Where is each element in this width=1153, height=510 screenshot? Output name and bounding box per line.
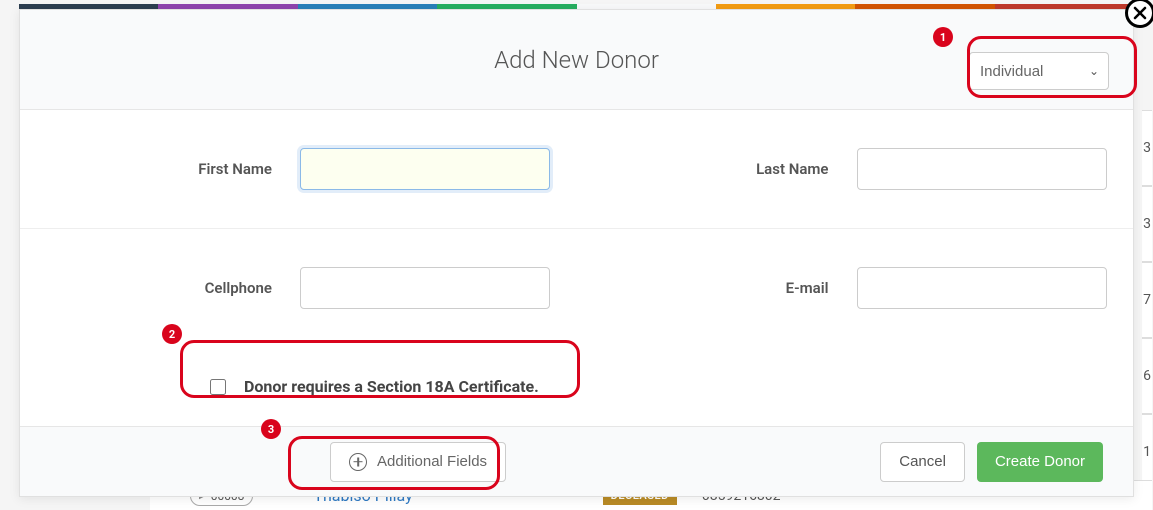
first-name-input[interactable] bbox=[300, 148, 550, 190]
form-row-name: First Name Last Name bbox=[20, 110, 1133, 229]
modal-header: Add New Donor Individual ⌄ bbox=[20, 10, 1133, 110]
cancel-button[interactable]: Cancel bbox=[880, 442, 965, 482]
modal-footer: Additional Fields Cancel Create Donor bbox=[20, 426, 1133, 496]
email-label: E-mail bbox=[677, 279, 857, 297]
email-cell: E-mail bbox=[577, 267, 1134, 309]
bg-cell: 6 bbox=[1142, 338, 1152, 414]
close-button[interactable] bbox=[1125, 0, 1153, 28]
cellphone-input[interactable] bbox=[300, 267, 550, 309]
modal-body: First Name Last Name Cellphone E-mail Do… bbox=[20, 110, 1133, 426]
bg-cell: 3 bbox=[1142, 110, 1152, 186]
modal-title: Add New Donor bbox=[494, 46, 659, 74]
add-donor-modal: Add New Donor Individual ⌄ First Name La… bbox=[19, 9, 1134, 497]
donor-type-select-wrap: Individual ⌄ bbox=[969, 52, 1109, 90]
additional-fields-label: Additional Fields bbox=[377, 453, 487, 470]
first-name-cell: First Name bbox=[20, 148, 577, 190]
last-name-input[interactable] bbox=[857, 148, 1107, 190]
donor-type-select[interactable]: Individual bbox=[969, 52, 1109, 90]
form-row-contact: Cellphone E-mail bbox=[20, 229, 1133, 347]
additional-fields-button[interactable]: Additional Fields bbox=[330, 442, 506, 482]
bg-cell: 3 bbox=[1142, 186, 1152, 262]
section-18a-row: Donor requires a Section 18A Certificate… bbox=[20, 347, 1133, 426]
close-icon bbox=[1133, 6, 1147, 20]
cellphone-label: Cellphone bbox=[120, 279, 300, 297]
section-18a-label: Donor requires a Section 18A Certificate… bbox=[244, 377, 539, 396]
bg-cell: 1 bbox=[1142, 414, 1152, 490]
section-18a-checkbox[interactable] bbox=[210, 379, 226, 395]
background-right-column: 3 3 7 6 1 bbox=[1142, 110, 1152, 490]
create-donor-button[interactable]: Create Donor bbox=[977, 442, 1103, 482]
plus-circle-icon bbox=[349, 453, 367, 471]
last-name-label: Last Name bbox=[677, 160, 857, 178]
email-input[interactable] bbox=[857, 267, 1107, 309]
cellphone-cell: Cellphone bbox=[20, 267, 577, 309]
first-name-label: First Name bbox=[120, 160, 300, 178]
last-name-cell: Last Name bbox=[577, 148, 1134, 190]
bg-cell: 7 bbox=[1142, 262, 1152, 338]
